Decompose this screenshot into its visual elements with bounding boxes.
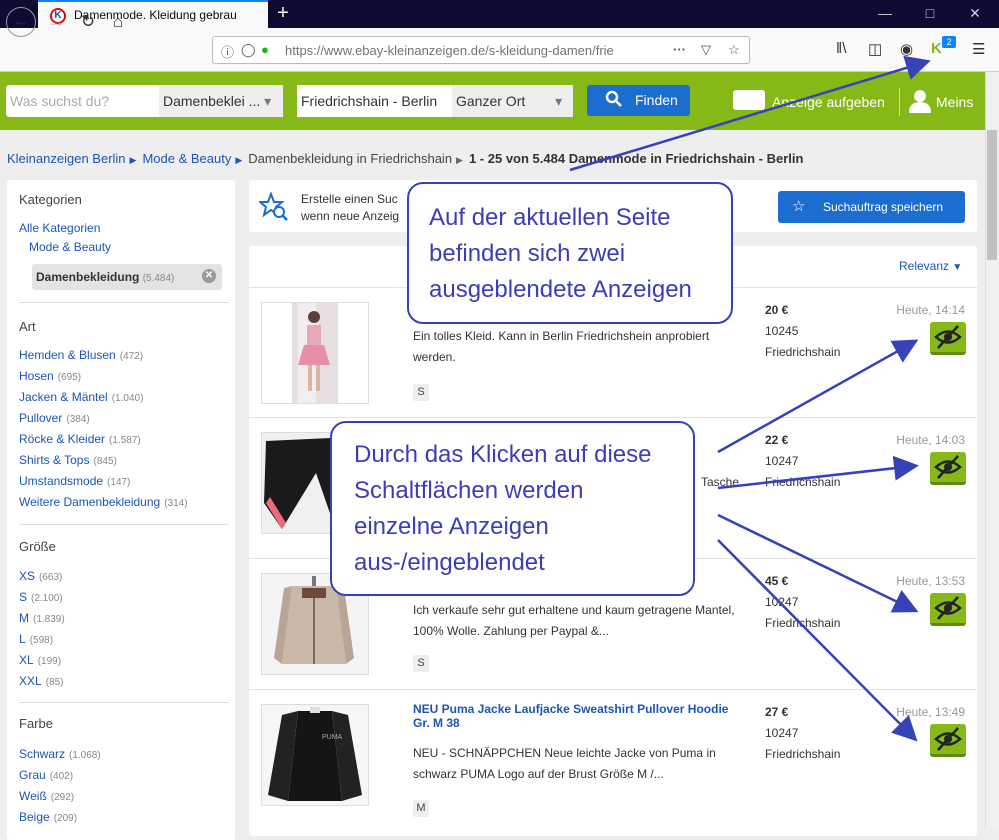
arrow-to-extension <box>569 55 931 172</box>
arrow-to-eye-1 <box>717 339 919 454</box>
arrow-to-eye-2 <box>717 455 919 490</box>
arrow-to-eye-3 <box>717 513 919 613</box>
annotation-hidden-ads: Auf der aktuellen Seite befinden sich zw… <box>407 182 733 324</box>
annotation-arrows <box>569 55 931 742</box>
arrow-to-eye-4 <box>717 539 918 742</box>
annotation-toggle-buttons: Durch das Klicken auf diese Schaltfläche… <box>330 421 695 596</box>
